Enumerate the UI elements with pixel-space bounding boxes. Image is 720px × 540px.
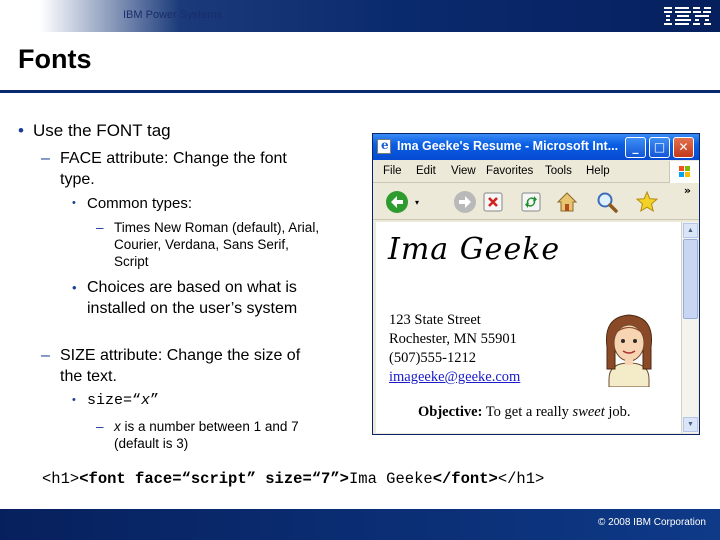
size-range-line-1: is a number between 1 and 7 bbox=[120, 419, 299, 434]
x-variable: x bbox=[114, 419, 121, 434]
page-title: Fonts bbox=[18, 44, 92, 74]
font-types-list: Times New Roman (default), Arial, Courie… bbox=[114, 219, 319, 270]
address-phone: (507)555-1212 bbox=[389, 350, 476, 366]
browser-window-screenshot: Ima Geeke's Resume - Microsoft Int... _ … bbox=[372, 133, 700, 435]
avatar-illustration bbox=[605, 314, 653, 387]
document-icon bbox=[377, 138, 391, 154]
maximize-icon[interactable]: □ bbox=[649, 137, 670, 158]
menu-view[interactable]: View bbox=[451, 165, 476, 177]
menu-help[interactable]: Help bbox=[586, 165, 610, 177]
dash-marker: – bbox=[41, 347, 50, 364]
bullet-marker: • bbox=[72, 394, 76, 406]
size-range-line-2: (default is 3) bbox=[114, 436, 189, 451]
browser-content: Ima Geeke 123 State Street Rochester, MN… bbox=[376, 222, 681, 433]
menu-edit[interactable]: Edit bbox=[416, 165, 436, 177]
back-arrow-icon[interactable] bbox=[385, 190, 409, 214]
size-code-end: ” bbox=[150, 392, 160, 409]
objective-emphasis: sweet bbox=[572, 404, 605, 420]
ibm-logo bbox=[664, 7, 711, 25]
refresh-icon[interactable] bbox=[519, 190, 543, 214]
code-font-open: <font face=“script” size=“7”> bbox=[79, 470, 349, 488]
email-link[interactable]: imageeke@geeke.com bbox=[389, 369, 520, 386]
address-street: 123 State Street bbox=[389, 312, 481, 328]
code-content: Ima Geeke bbox=[348, 470, 433, 488]
favorites-star-icon[interactable] bbox=[635, 190, 659, 214]
objective-post: job. bbox=[604, 404, 631, 420]
scroll-down-icon[interactable]: ▼ bbox=[683, 417, 698, 432]
size-line-1: SIZE attribute: Change the size of bbox=[60, 347, 301, 364]
stop-icon[interactable] bbox=[481, 190, 505, 214]
close-icon[interactable]: ✕ bbox=[673, 137, 694, 158]
size-code-var: x bbox=[141, 392, 151, 409]
toolbar-overflow-icon[interactable]: » bbox=[684, 184, 691, 197]
dash-marker: – bbox=[96, 220, 104, 235]
address-city: Rochester, MN 55901 bbox=[389, 331, 517, 347]
scroll-up-icon[interactable]: ▲ bbox=[683, 223, 698, 238]
dash-marker: – bbox=[41, 150, 50, 167]
types-line-3: Script bbox=[114, 254, 149, 269]
size-attribute-text: SIZE attribute: Change the size of the t… bbox=[60, 345, 300, 387]
face-line-2: type. bbox=[60, 171, 95, 188]
objective-line: Objective: To get a really sweet job. bbox=[418, 404, 631, 421]
code-h1-open: <h1> bbox=[42, 470, 80, 488]
face-attribute-text: FACE attribute: Change the font type. bbox=[60, 148, 287, 190]
browser-title: Ima Geeke's Resume - Microsoft Int... bbox=[397, 139, 619, 153]
footer-bar: © 2008 IBM Corporation bbox=[0, 509, 720, 540]
code-example: <h1><font face=“script” size=“7”>Ima Gee… bbox=[42, 470, 544, 488]
size-code-start: size=“ bbox=[87, 392, 142, 409]
home-icon[interactable] bbox=[555, 190, 579, 214]
size-code-text: size=“x” bbox=[87, 391, 159, 410]
menu-file[interactable]: File bbox=[383, 165, 402, 177]
size-line-2: the text. bbox=[60, 368, 117, 385]
size-range-text: x is a number between 1 and 7 (default i… bbox=[114, 418, 299, 452]
bullet-marker: • bbox=[72, 280, 77, 295]
brand-text: IBM Power Systems bbox=[123, 9, 223, 21]
common-types-text: Common types: bbox=[87, 195, 193, 212]
windows-flag-icon bbox=[669, 161, 699, 183]
back-dropdown-icon[interactable]: ▾ bbox=[415, 198, 419, 207]
browser-menu-bar: File Edit View Favorites Tools Help bbox=[373, 161, 699, 183]
resume-name: Ima Geeke bbox=[388, 232, 561, 267]
choices-line-1: Choices are based on what is bbox=[87, 279, 297, 296]
menu-favorites[interactable]: Favorites bbox=[486, 165, 533, 177]
bullet-marker: • bbox=[72, 197, 76, 209]
dash-marker: – bbox=[96, 419, 104, 434]
top-banner: IBM Power Systems bbox=[0, 0, 720, 32]
types-line-2: Courier, Verdana, Sans Serif, bbox=[114, 237, 289, 252]
objective-pre: To get a really bbox=[482, 404, 573, 420]
browser-title-bar: Ima Geeke's Resume - Microsoft Int... _ … bbox=[373, 134, 699, 160]
code-font-close: </font> bbox=[432, 470, 498, 488]
bullet-font-tag: Use the FONT tag bbox=[33, 121, 171, 140]
browser-toolbar: ▾ ▾ bbox=[373, 184, 699, 220]
code-h1-close: </h1> bbox=[497, 470, 545, 488]
types-line-1: Times New Roman (default), Arial, bbox=[114, 220, 320, 235]
vertical-scrollbar[interactable]: ▲ ▼ bbox=[681, 222, 698, 433]
scroll-thumb[interactable] bbox=[683, 239, 698, 319]
bullet-marker: • bbox=[18, 121, 24, 140]
choices-text: Choices are based on what is installed o… bbox=[87, 277, 297, 319]
face-line-1: FACE attribute: Change the font bbox=[60, 150, 287, 167]
search-icon[interactable] bbox=[595, 190, 619, 214]
minimize-icon[interactable]: _ bbox=[625, 137, 646, 158]
copyright-text: © 2008 IBM Corporation bbox=[598, 517, 706, 528]
title-rule bbox=[0, 90, 720, 93]
menu-tools[interactable]: Tools bbox=[545, 165, 572, 177]
choices-line-2: installed on the user’s system bbox=[87, 300, 298, 317]
objective-label: Objective: bbox=[418, 404, 483, 420]
forward-arrow-icon[interactable] bbox=[453, 190, 477, 214]
